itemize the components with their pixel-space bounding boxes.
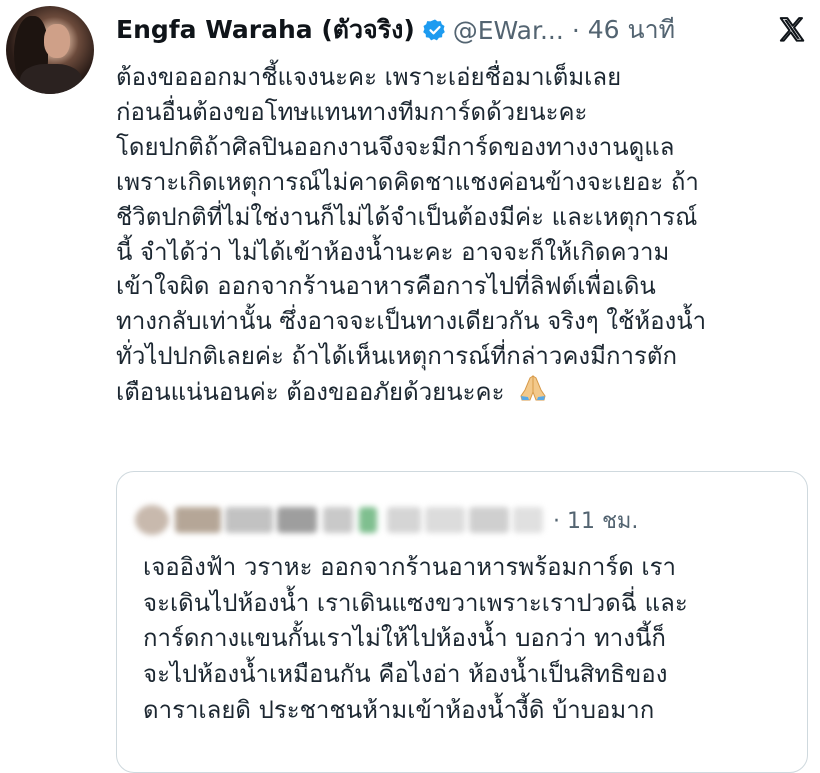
avatar-face (44, 24, 70, 58)
tweet-header: Engfa Waraha (ตัวจริง) @EWar... · 46 นาท… (116, 10, 675, 50)
tweet-line: ทั่วไปปกติเลยค่ะ ถ้าได้เห็นเหตุการณ์ที่ก… (116, 342, 677, 371)
quoted-tweet-time[interactable]: · 11 ชม. (553, 503, 638, 538)
x-logo-icon[interactable] (774, 12, 810, 48)
header-separator: · (571, 15, 580, 45)
blurred-name (323, 507, 353, 533)
blurred-badge (359, 507, 377, 533)
tweet-time[interactable]: 46 นาที (588, 10, 675, 50)
tweet-body: ต้องขอออกมาชี้แจงนะคะ เพราะเอ่ยชื่อมาเต็… (116, 60, 806, 412)
tweet-line: ก่อนอื่นต้องขอโทษแทนทางทีมการ์ดด้วยนะคะ (116, 97, 588, 126)
avatar-body (20, 64, 82, 94)
blurred-name (175, 507, 221, 533)
quoted-line: การ์ดกางแขนกั้นเราไม่ให้ไปห้องน้ำ บอกว่า… (143, 624, 666, 653)
tweet-line: ต้องขอออกมาชี้แจงนะคะ เพราะเอ่ยชื่อมาเต็… (116, 63, 622, 91)
blurred-name (225, 507, 273, 533)
folded-hands-icon (518, 374, 548, 412)
quoted-line: ดาราเลยดิ ประชาชนห้ามเข้าห้องน้ำงี้ดิ บ้… (143, 695, 655, 724)
tweet-line-text: เตือนแน่นอนค่ะ ต้องขออภัยด้วยนะคะ (116, 378, 505, 407)
quoted-line: เจออิงฟ้า วราหะ ออกจากร้านอาหารพร้อมการ์… (143, 553, 677, 581)
tweet-line: โดยปกติถ้าศิลปินออกงานจึงจะมีการ์ดของทาง… (116, 132, 675, 161)
quoted-tweet[interactable]: · 11 ชม. เจออิงฟ้า วราหะ ออกจากร้านอาหาร… (116, 471, 808, 773)
tweet-line: ชีวิตปกติที่ไม่ใช่งานก็ไม่ได้จำเป็นต้องม… (116, 202, 698, 231)
tweet-line: เข้าใจผิด ออกจากร้านอาหารคือการไปที่ลิฟต… (116, 272, 656, 301)
blurred-handle (387, 507, 421, 533)
tweet-line-last: เตือนแน่นอนค่ะ ต้องขออภัยด้วยนะคะ (116, 374, 806, 412)
author-name[interactable]: Engfa Waraha (ตัวจริง) (116, 10, 415, 50)
tweet-line: เพราะเกิดเหตุการณ์ไม่คาดคิดชาแชงค่อนข้าง… (116, 167, 699, 196)
quoted-line: จะเดินไปห้องน้ำ เราเดินแซงขวาเพราะเราปวด… (143, 588, 688, 617)
blurred-avatar (135, 505, 169, 535)
blurred-handle (469, 507, 509, 533)
quoted-tweet-header: · 11 ชม. (135, 500, 638, 540)
quoted-line: จะไปห้องน้ำเหมือนกัน คือไงอ่า ห้องน้ำเป็… (143, 660, 668, 689)
blurred-handle (513, 507, 543, 533)
tweet-line: ทางกลับเท่านั้น ซึ่งอาจจะเป็นทางเดียวกัน… (116, 307, 707, 336)
author-handle[interactable]: @EWar... (453, 16, 564, 45)
verified-badge-icon (422, 18, 447, 42)
tweet-line: นี้ จำได้ว่า ไม่ได้เข้าห้องน้ำนะคะ อาจจะ… (116, 237, 670, 266)
blurred-name (277, 507, 317, 533)
blurred-handle (425, 507, 465, 533)
quoted-tweet-body: เจออิงฟ้า วราหะ ออกจากร้านอาหารพร้อมการ์… (143, 550, 793, 729)
author-avatar[interactable] (6, 6, 94, 94)
